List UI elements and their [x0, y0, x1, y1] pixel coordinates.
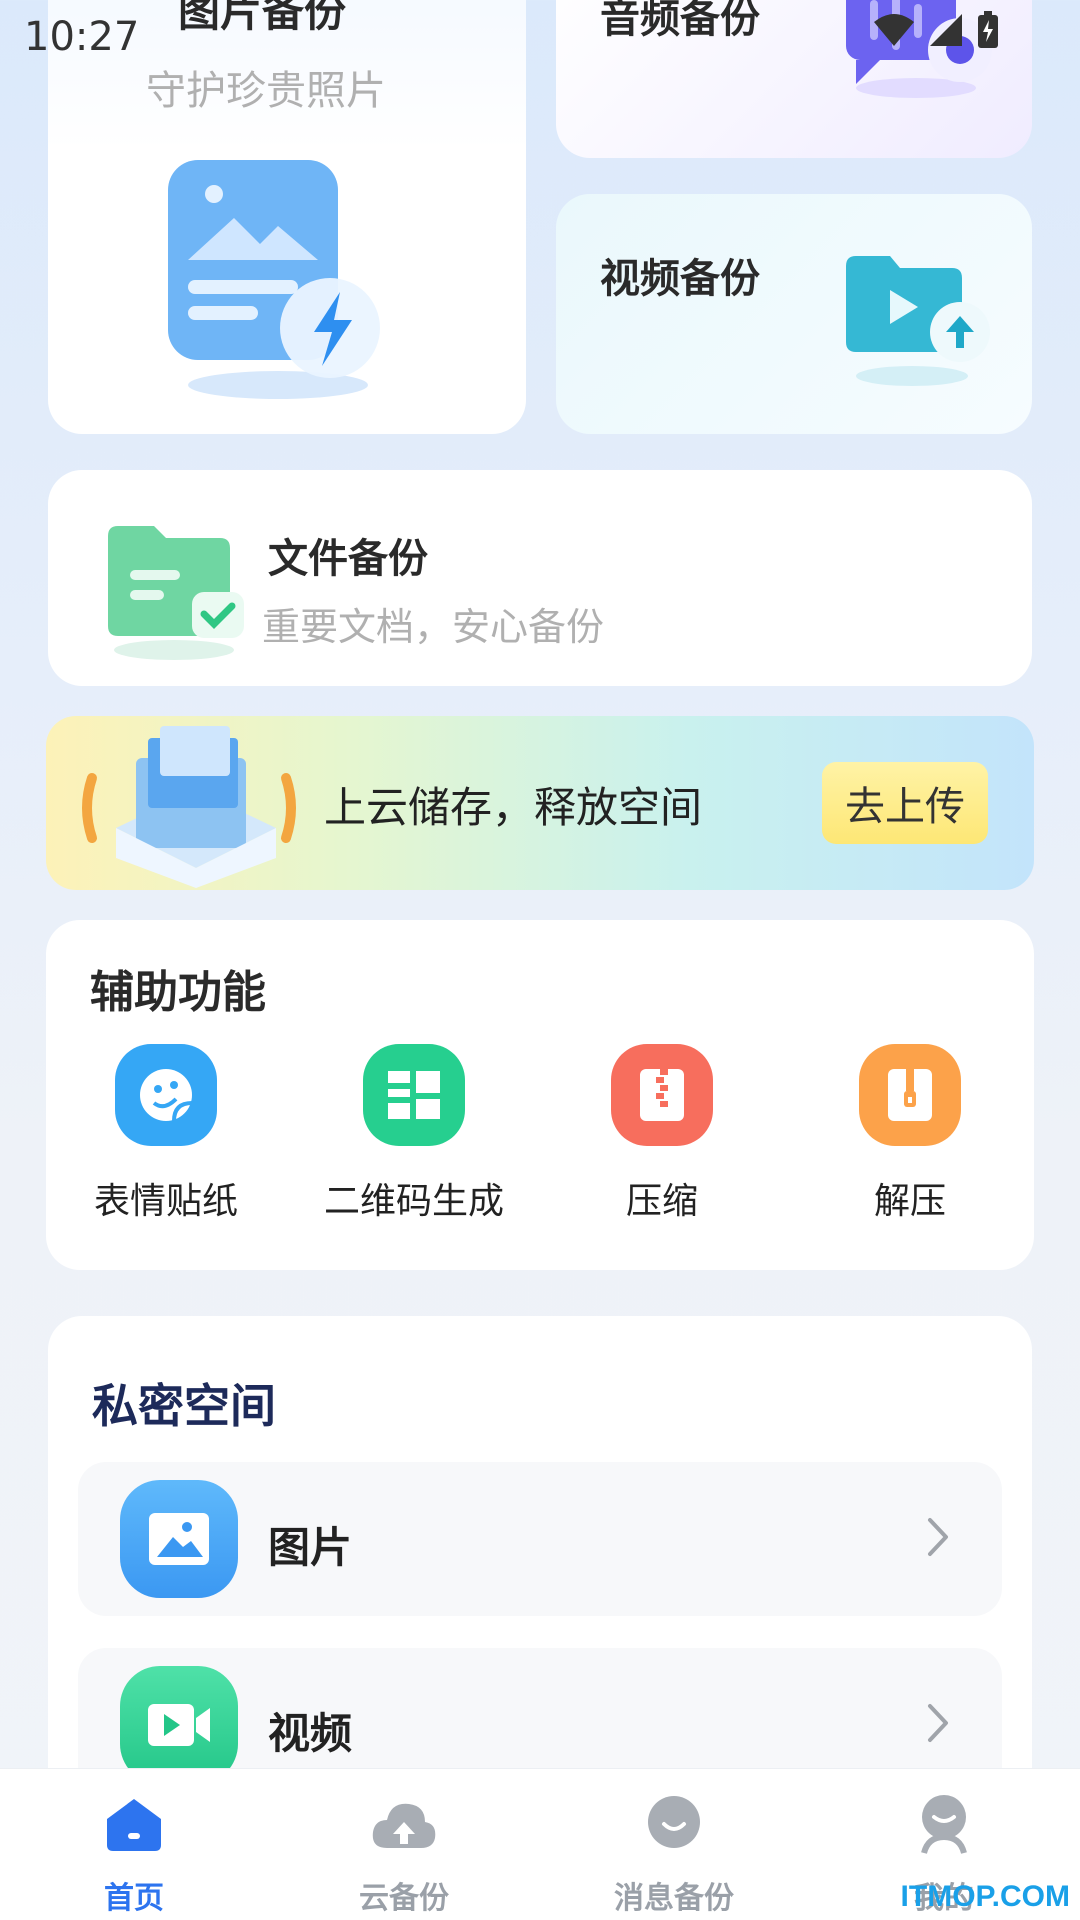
video-icon — [120, 1666, 238, 1784]
sticker-icon — [115, 1044, 217, 1146]
file-backup-illustration — [108, 526, 244, 660]
upload-button[interactable]: 去上传 — [822, 762, 988, 844]
tool-label: 压缩 — [625, 1181, 698, 1222]
tools-card: 辅助功能 表情贴纸 二维码生成 压缩 解压 — [46, 920, 1034, 1270]
tool-label: 解压 — [873, 1181, 946, 1222]
private-space-title: 私密空间 — [92, 1379, 276, 1433]
tools-title: 辅助功能 — [90, 967, 266, 1018]
nav-message-backup[interactable]: 消息备份 — [584, 1789, 764, 1917]
tool-label: 二维码生成 — [323, 1181, 504, 1222]
photo-backup-illustration — [168, 160, 380, 399]
unzip-icon — [859, 1044, 961, 1146]
file-backup-subtitle: 重要文档，安心备份 — [262, 605, 605, 649]
photo-backup-card[interactable]: 图片备份 守护珍贵照片 — [48, 0, 526, 434]
image-icon — [120, 1480, 238, 1598]
video-backup-illustration — [846, 256, 990, 386]
tool-label: 表情贴纸 — [93, 1181, 238, 1222]
nav-label: 消息备份 — [614, 1881, 734, 1916]
private-item-label: 图片 — [268, 1523, 353, 1572]
nav-label: 首页 — [104, 1881, 164, 1916]
cloud-upload-icon — [314, 1789, 494, 1859]
audio-backup-title: 音频备份 — [600, 0, 760, 42]
file-backup-title: 文件备份 — [268, 536, 428, 582]
wifi-icon — [874, 14, 914, 46]
tool-qrcode[interactable]: 二维码生成 — [314, 1044, 514, 1224]
chevron-right-icon — [928, 1518, 948, 1556]
cloud-upload-banner[interactable]: 上云储存，释放空间 去上传 — [46, 716, 1034, 890]
chevron-right-icon — [928, 1704, 948, 1742]
nav-cloud-backup[interactable]: 云备份 — [314, 1789, 494, 1917]
signal-icon — [930, 14, 962, 46]
tool-compress[interactable]: 压缩 — [562, 1044, 762, 1224]
status-time: 10:27 — [24, 14, 140, 60]
status-icons — [872, 10, 1000, 50]
battery-icon — [978, 11, 998, 48]
banner-text: 上云储存，释放空间 — [324, 783, 703, 832]
photo-backup-subtitle: 守护珍贵照片 — [146, 68, 386, 114]
cloud-storage-illustration — [82, 726, 296, 888]
watermark: ITMOP.COM — [900, 1880, 1070, 1913]
photo-backup-title: 图片备份 — [178, 0, 347, 36]
tool-sticker[interactable]: 表情贴纸 — [66, 1044, 266, 1224]
qrcode-icon — [363, 1044, 465, 1146]
video-backup-title: 视频备份 — [600, 256, 760, 302]
home-icon — [44, 1789, 224, 1859]
private-item-image[interactable]: 图片 — [78, 1462, 1002, 1616]
nav-label: 云备份 — [359, 1881, 449, 1916]
video-backup-card[interactable]: 视频备份 — [556, 194, 1032, 434]
compress-icon — [611, 1044, 713, 1146]
nav-home[interactable]: 首页 — [44, 1789, 224, 1917]
private-item-label: 视频 — [268, 1709, 353, 1758]
profile-icon — [854, 1789, 1034, 1859]
message-icon — [584, 1789, 764, 1859]
file-backup-card[interactable]: 文件备份 重要文档，安心备份 — [48, 470, 1032, 686]
tool-unzip[interactable]: 解压 — [810, 1044, 1010, 1224]
